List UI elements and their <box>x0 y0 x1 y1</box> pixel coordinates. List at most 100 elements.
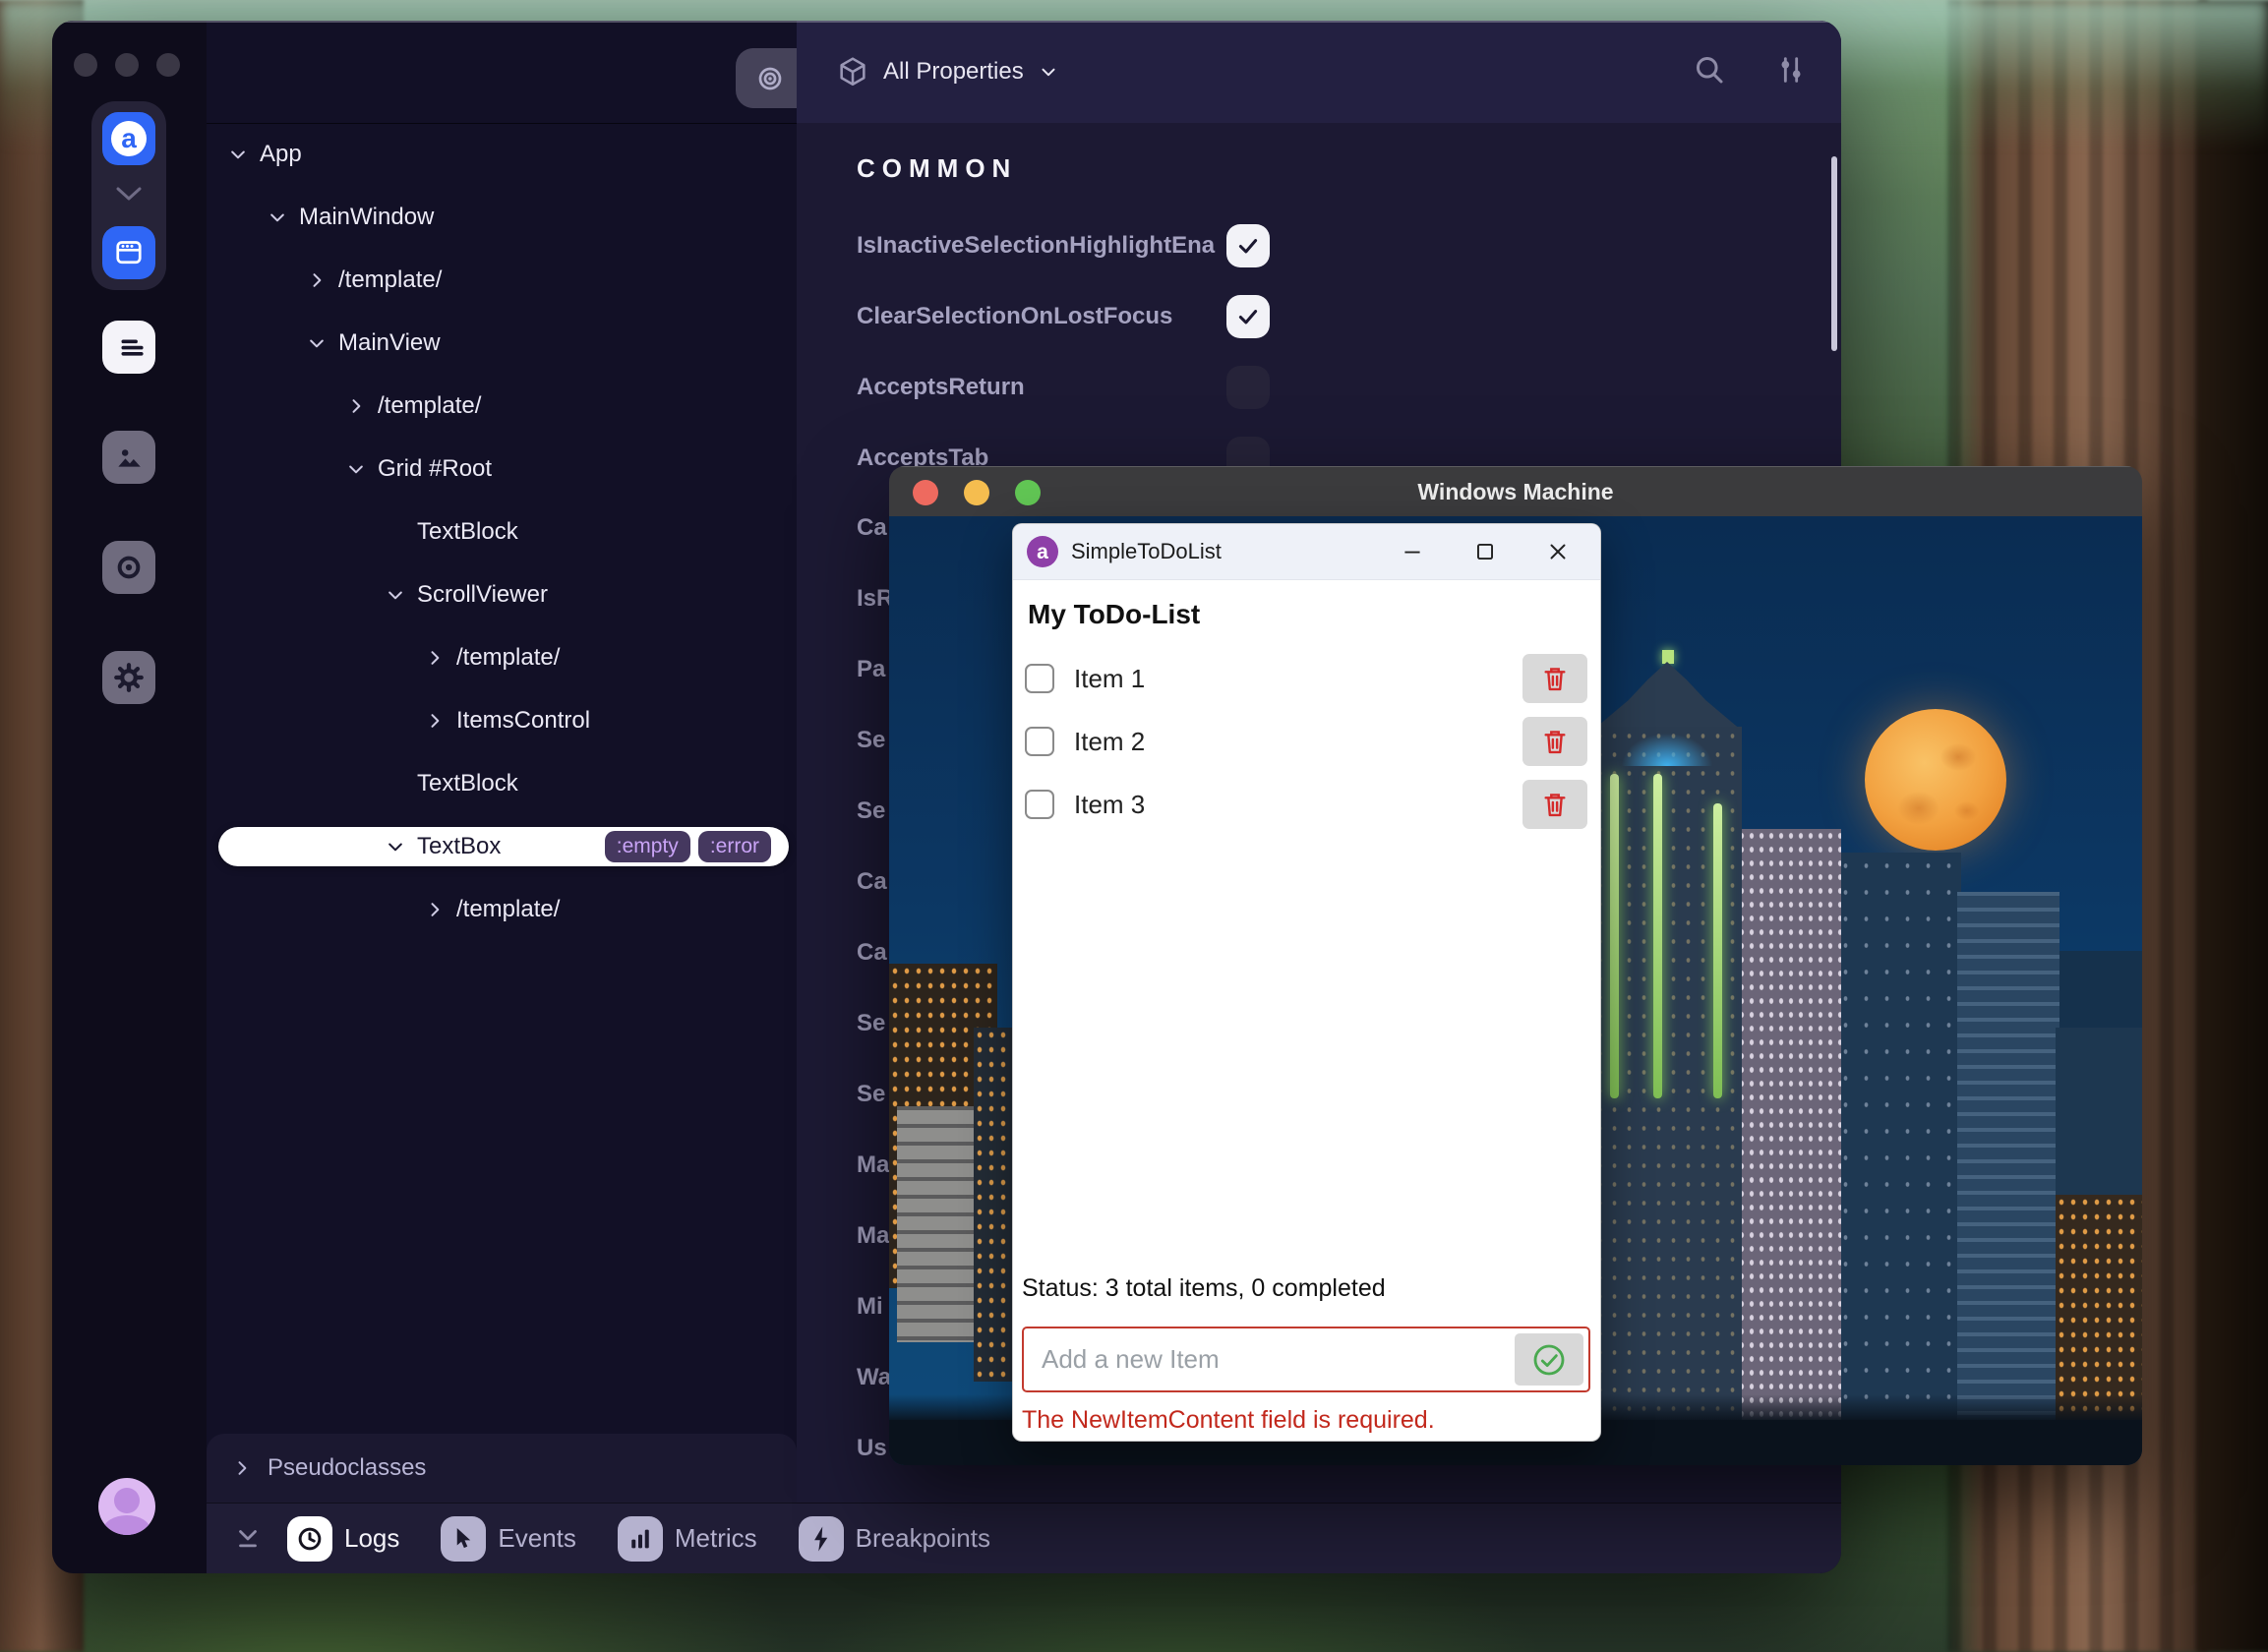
tab-logs[interactable]: Logs <box>287 1516 399 1562</box>
chevron-down-icon[interactable] <box>307 333 327 353</box>
tree-item-app[interactable]: App <box>207 123 797 186</box>
building <box>1835 853 1961 1465</box>
chevron-down-icon[interactable] <box>268 207 287 227</box>
checkbox-checked[interactable] <box>1226 224 1270 267</box>
tab-label: Breakpoints <box>856 1523 990 1554</box>
target-picker-button[interactable] <box>752 61 788 96</box>
close-button[interactable] <box>1541 535 1575 568</box>
property-label-clipped: Ca <box>857 939 887 967</box>
tree-item-grid-root[interactable]: Grid #Root <box>207 438 797 501</box>
badge-empty: :empty <box>605 831 690 862</box>
checkbox-checked[interactable] <box>1226 295 1270 338</box>
pseudoclass-badges: :empty :error <box>605 831 771 862</box>
windows-machine-window: Windows Machine <box>889 466 2142 1465</box>
tree-item-template[interactable]: /template/ <box>207 249 797 312</box>
property-label: IsInactiveSelectionHighlightEna <box>857 232 1226 260</box>
simpletodolist-window: a SimpleToDoList My ToDo-List Item 1 <box>1012 523 1601 1442</box>
tree-item-mainview[interactable]: MainView <box>207 312 797 375</box>
todo-titlebar[interactable]: a SimpleToDoList <box>1013 524 1600 580</box>
tab-label: Metrics <box>675 1523 757 1554</box>
tab-metrics[interactable]: Metrics <box>618 1516 757 1562</box>
properties-scope-dropdown[interactable]: All Properties <box>836 55 1059 88</box>
item-label: Item 3 <box>1074 790 1145 820</box>
collapse-panel-button[interactable] <box>230 1521 266 1557</box>
sidebar-item-elements[interactable] <box>102 321 155 374</box>
chevron-right-icon[interactable] <box>307 270 327 290</box>
chevron-down-icon[interactable] <box>114 185 144 207</box>
add-item-button[interactable] <box>1515 1333 1583 1386</box>
tree-item-textbox-selected[interactable]: TextBox :empty :error <box>207 815 797 878</box>
tree-item-label: /template/ <box>378 392 481 420</box>
item-checkbox[interactable] <box>1025 727 1054 756</box>
chevron-down-icon <box>1038 61 1059 83</box>
devtools-sidebar: a <box>52 21 207 1573</box>
vm-window-title: Windows Machine <box>889 479 2142 505</box>
section-header-common: COMMON <box>857 153 1017 184</box>
tab-events[interactable]: Events <box>441 1516 576 1562</box>
chevron-down-icon[interactable] <box>346 459 366 479</box>
item-label: Item 2 <box>1074 727 1145 757</box>
property-row: AcceptsReturn <box>797 352 1841 423</box>
tree-item-scrollviewer[interactable]: ScrollViewer <box>207 563 797 626</box>
minimize-icon[interactable] <box>115 53 139 77</box>
tab-breakpoints[interactable]: Breakpoints <box>799 1516 990 1562</box>
tree-item-itemscontrol[interactable]: ItemsControl <box>207 689 797 752</box>
properties-filter-button[interactable] <box>1774 53 1808 91</box>
tree-item-label: /template/ <box>338 266 442 294</box>
scrollbar-thumb[interactable] <box>1831 156 1837 351</box>
maximize-button[interactable] <box>1468 535 1502 568</box>
zoom-icon[interactable] <box>156 53 180 77</box>
properties-search-button[interactable] <box>1692 52 1727 92</box>
vm-traffic-lights <box>913 480 1041 505</box>
tree-item-template[interactable]: /template/ <box>207 375 797 438</box>
delete-item-button[interactable] <box>1522 654 1587 703</box>
redwood-trunk-edge <box>2198 0 2268 1652</box>
tree-item-template[interactable]: /template/ <box>207 626 797 689</box>
chevron-right-icon[interactable] <box>346 396 366 416</box>
tab-label: Events <box>498 1523 576 1554</box>
status-text: Status: 3 total items, 0 completed <box>1022 1274 1386 1303</box>
delete-item-button[interactable] <box>1522 780 1587 829</box>
sidebar-item-settings[interactable] <box>102 651 155 704</box>
tree-item-label: /template/ <box>456 896 560 923</box>
item-checkbox[interactable] <box>1025 664 1054 693</box>
tree-item-label: ItemsControl <box>456 707 590 735</box>
vm-titlebar[interactable]: Windows Machine <box>889 466 2142 517</box>
trash-icon <box>1539 789 1571 820</box>
sidebar-item-visuals[interactable] <box>102 541 155 594</box>
minimize-icon[interactable] <box>964 480 989 505</box>
delete-item-button[interactable] <box>1522 717 1587 766</box>
sidebar-item-avalonia-app[interactable]: a <box>102 112 155 165</box>
sidebar-item-assets[interactable] <box>102 431 155 484</box>
close-icon[interactable] <box>74 53 97 77</box>
minimize-button[interactable] <box>1396 535 1429 568</box>
chevron-down-icon[interactable] <box>386 585 405 605</box>
sidebar-tools <box>102 321 155 704</box>
new-item-input[interactable] <box>1024 1328 1588 1390</box>
zoom-icon[interactable] <box>1015 480 1041 505</box>
badge-error: :error <box>698 831 771 862</box>
sidebar-item-app-window[interactable] <box>102 226 155 279</box>
building <box>1737 829 1841 1465</box>
chevron-right-icon[interactable] <box>425 711 445 731</box>
checkbox-unchecked[interactable] <box>1226 366 1270 409</box>
chevron-right-icon[interactable] <box>425 648 445 668</box>
check-circle-icon <box>1529 1340 1569 1380</box>
moon <box>1865 709 2006 851</box>
tree-item-textblock[interactable]: TextBlock <box>207 752 797 815</box>
chevron-right-icon[interactable] <box>425 900 445 919</box>
trash-icon <box>1539 726 1571 757</box>
tree-item-textblock[interactable]: TextBlock <box>207 501 797 563</box>
traffic-lights-inactive[interactable] <box>74 53 180 77</box>
tree-item-template[interactable]: /template/ <box>207 878 797 941</box>
building <box>897 1106 974 1342</box>
chevron-down-icon[interactable] <box>228 145 248 164</box>
chevron-down-icon[interactable] <box>386 837 405 856</box>
pseudoclasses-expander[interactable]: Pseudoclasses <box>207 1434 797 1503</box>
item-checkbox[interactable] <box>1025 790 1054 819</box>
close-icon[interactable] <box>913 480 938 505</box>
property-label-clipped: Mi <box>857 1293 883 1321</box>
user-avatar[interactable] <box>98 1478 155 1535</box>
screenshot-stage: a <box>0 0 2268 1652</box>
tree-item-mainwindow[interactable]: MainWindow <box>207 186 797 249</box>
